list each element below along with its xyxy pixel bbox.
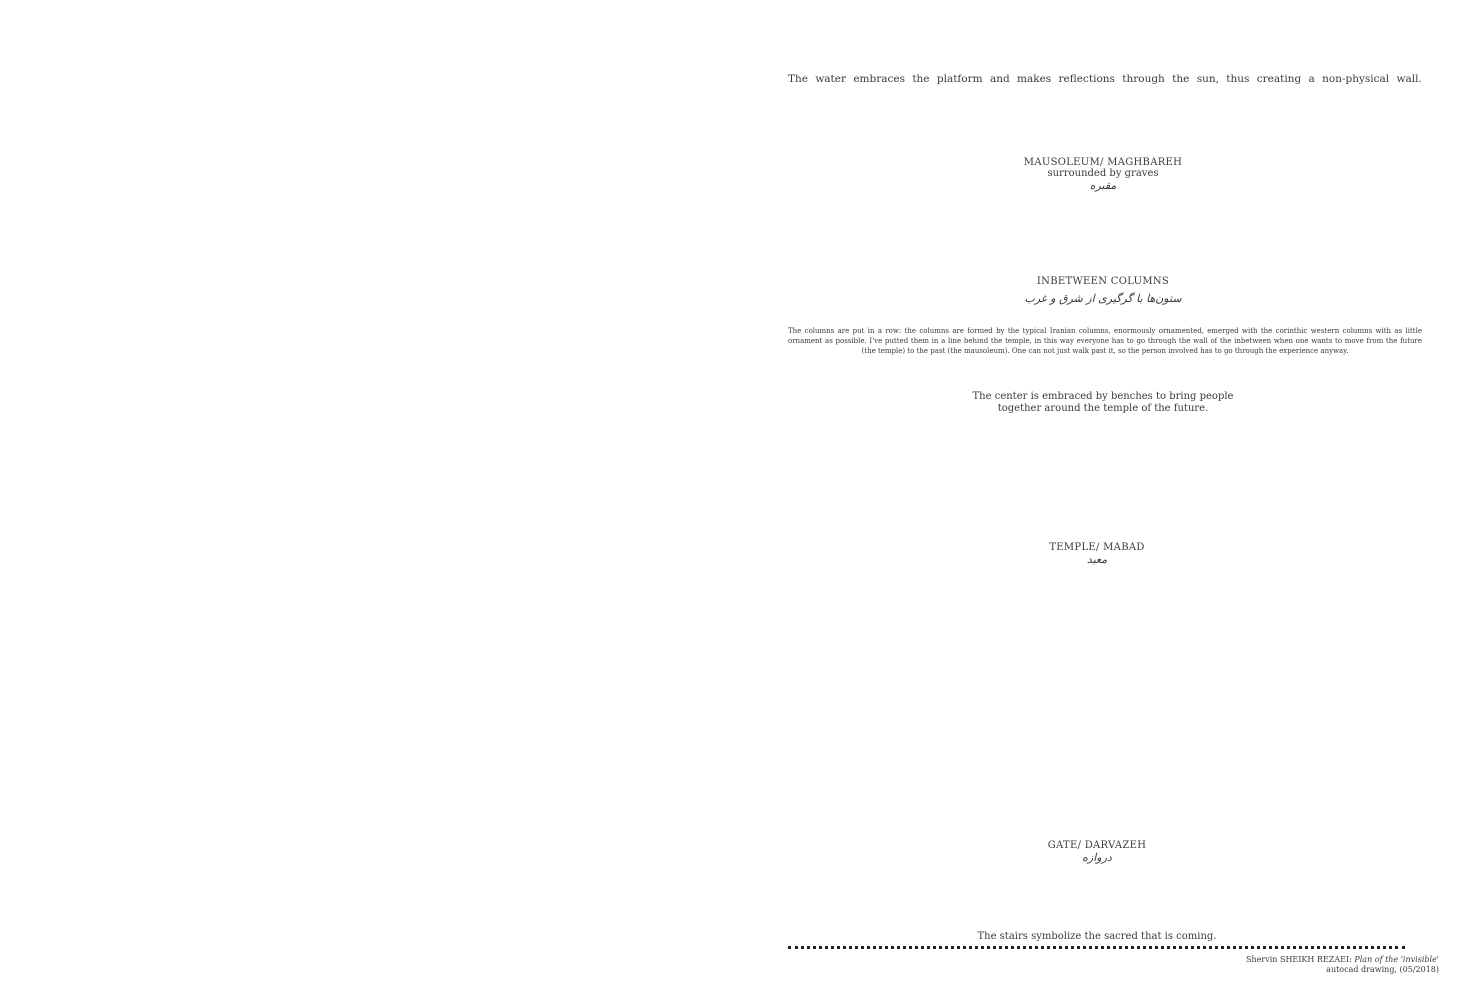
intro-word: embraces: [853, 73, 905, 85]
intro-sentence: The water embraces the platform and makes refle…: [788, 73, 1422, 85]
intro-word: and: [989, 73, 1010, 85]
temple-persian: معبد: [1086, 553, 1108, 566]
intro-word: The: [788, 73, 808, 85]
mausoleum-label: MAUSOLEUM/ MAGHBAREH surrounded by grave…: [950, 157, 1256, 192]
intro-word: the: [1172, 73, 1190, 85]
document-page: The water embraces the platform and makes refle…: [0, 0, 1463, 1000]
columns-title: INBETWEEN COLUMNS: [1036, 276, 1170, 287]
caption-work: Plan of the 'invisible': [1354, 955, 1439, 964]
intro-word: reflections: [1058, 73, 1115, 85]
temple-label: TEMPLE/ MABAD معبد: [950, 542, 1244, 566]
center-note-line1: The center is embraced by benches to bri…: [972, 391, 1234, 402]
center-note: The center is embraced by benches to bri…: [900, 391, 1306, 415]
intro-word: water: [815, 73, 847, 85]
intro-word: non-physical: [1322, 73, 1390, 85]
mausoleum-persian: مقبره: [1089, 179, 1117, 192]
stairs-dotted-line: [788, 946, 1405, 949]
gate-persian: دروازه: [1082, 851, 1112, 864]
intro-word: sun,: [1196, 73, 1219, 85]
caption-line2: autocad drawing, (05/2018): [1326, 965, 1439, 974]
gate-label: GATE/ DARVAZEH دروازه: [950, 840, 1244, 864]
stairs-note: The stairs symbolize the sacred that is …: [977, 931, 1217, 942]
columns-label: INBETWEEN COLUMNS ستون‌ها با گرگیری از ش…: [950, 276, 1256, 305]
intro-word: through: [1122, 73, 1165, 85]
mausoleum-title: MAUSOLEUM/ MAGHBAREH: [1023, 157, 1183, 168]
intro-word: makes: [1017, 73, 1052, 85]
mausoleum-subtitle: surrounded by graves: [1047, 168, 1159, 179]
figure-caption: Shervin SHEIKH REZAEI: Plan of the 'invi…: [1246, 955, 1439, 975]
columns-description: The columns are put in a row: the column…: [788, 327, 1422, 355]
temple-title: TEMPLE/ MABAD: [1049, 542, 1145, 553]
intro-word: thus: [1226, 73, 1250, 85]
intro-word: the: [912, 73, 930, 85]
columns-persian: ستون‌ها با گرگیری از شرق و غرب: [1024, 292, 1182, 305]
intro-word: a: [1308, 73, 1315, 85]
caption-author: Shervin SHEIKH REZAEI:: [1246, 955, 1352, 964]
intro-word: creating: [1256, 73, 1302, 85]
intro-word: wall.: [1396, 73, 1422, 85]
gate-title: GATE/ DARVAZEH: [1047, 840, 1147, 851]
center-note-line2: together around the temple of the future…: [997, 403, 1209, 414]
intro-word: platform: [936, 73, 983, 85]
